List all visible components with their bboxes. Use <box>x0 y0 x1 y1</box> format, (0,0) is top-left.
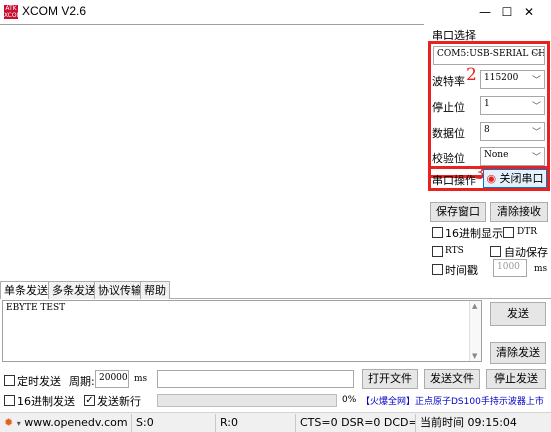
tab-help[interactable]: 帮助 <box>140 281 170 299</box>
databits-select[interactable]: 8 ﹀ <box>480 122 545 141</box>
send-tabs: 单条发送 多条发送 协议传输 帮助 <box>0 281 551 299</box>
scroll-up-icon: ▲ <box>472 302 478 310</box>
clear-receive-button[interactable]: 清除接收 <box>490 202 548 222</box>
newline-checkbox[interactable]: ✓ <box>84 395 95 406</box>
chevron-down-icon: ﹀ <box>531 102 541 112</box>
tab-multi-send[interactable]: 多条发送 <box>48 281 100 299</box>
app-logo-icon: ATK XCOM <box>4 5 22 19</box>
chevron-down-icon: ﹀ <box>531 153 541 163</box>
line-status: CTS=0 DSR=0 DCD=0 <box>296 414 416 432</box>
send-progress-text: 0% <box>342 395 357 405</box>
port-status-icon: ◉ <box>486 172 497 185</box>
scroll-down-icon: ▼ <box>472 352 478 360</box>
send-scrollbar[interactable]: ▲ ▼ <box>469 301 481 361</box>
send-button[interactable]: 发送 <box>490 302 546 326</box>
send-text-area[interactable]: EBYTE TEST ▲ ▼ <box>2 300 482 362</box>
status-bar: ✹ ▾ www.openedv.com S:0 R:0 CTS=0 DSR=0 … <box>0 412 551 432</box>
advertisement-link[interactable]: 【火爆全网】正点原子DS100手持示波器上市 <box>361 394 549 407</box>
serial-settings-panel: 串口选择 COM5:USB-SERIAL CH34C﹀ 波特率 2 115200… <box>424 24 551 281</box>
parity-select[interactable]: None ﹀ <box>480 147 545 166</box>
annotation-number-2: 2 <box>466 65 477 85</box>
title-bar: ATK XCOM XCOM V2.6 — ☐ ✕ <box>0 0 551 24</box>
rts-checkbox[interactable] <box>432 246 443 257</box>
stopbits-select-value: 1 <box>484 99 490 109</box>
timestamp-interval-input[interactable]: 1000 <box>493 259 527 277</box>
timestamp-checkbox[interactable] <box>432 264 443 275</box>
close-button[interactable]: ✕ <box>507 0 551 24</box>
timed-send-label: 定时发送 <box>17 375 61 388</box>
send-progress-bar <box>157 394 337 407</box>
baud-select-value: 115200 <box>484 73 519 83</box>
chevron-down-icon: ﹀ <box>531 52 541 62</box>
sent-count: S:0 <box>132 414 216 432</box>
gear-icon: ✹ <box>4 416 14 429</box>
period-input[interactable]: 20000 <box>95 370 129 388</box>
save-window-button[interactable]: 保存窗口 <box>430 202 486 222</box>
received-count: R:0 <box>216 414 296 432</box>
hex-send-label: 16进制发送 <box>17 395 75 408</box>
timed-send-checkbox[interactable] <box>4 375 15 386</box>
period-unit: ms <box>134 374 148 384</box>
port-select[interactable]: COM5:USB-SERIAL CH34C﹀ <box>433 46 545 65</box>
dtr-label: DTR <box>517 227 537 237</box>
tab-single-send[interactable]: 单条发送 <box>0 281 52 299</box>
port-select-value: COM5:USB-SERIAL CH34C <box>437 49 545 59</box>
close-port-label: 关闭串口 <box>499 172 544 185</box>
website-url: www.openedv.com <box>24 416 128 429</box>
databits-label: 数据位 <box>432 127 465 140</box>
hex-send-checkbox[interactable] <box>4 395 15 406</box>
website-cell[interactable]: ✹ ▾ www.openedv.com <box>0 414 132 432</box>
chevron-down-icon: ▾ <box>16 419 21 428</box>
baud-label: 波特率 <box>432 75 465 88</box>
parity-select-value: None <box>484 150 509 160</box>
stopbits-select[interactable]: 1 ﹀ <box>480 96 545 115</box>
timestamp-unit: ms <box>534 264 548 274</box>
dtr-checkbox[interactable] <box>503 227 514 238</box>
receive-text-area[interactable] <box>0 24 424 281</box>
hex-display-label: 16进制显示 <box>445 227 503 240</box>
hex-display-checkbox[interactable] <box>432 227 443 238</box>
tab-protocol[interactable]: 协议传输 <box>94 281 146 299</box>
newline-label: 发送新行 <box>97 395 141 408</box>
open-file-button[interactable]: 打开文件 <box>362 369 418 389</box>
timestamp-label: 时间戳 <box>445 264 478 277</box>
auto-save-label: 自动保存 <box>504 246 548 259</box>
clear-send-button[interactable]: 清除发送 <box>490 342 546 364</box>
rts-label: RTS <box>445 246 464 256</box>
current-time: 当前时间 09:15:04 <box>420 416 517 429</box>
send-file-button[interactable]: 发送文件 <box>424 369 480 389</box>
stop-send-button[interactable]: 停止发送 <box>486 369 546 389</box>
stopbits-label: 停止位 <box>432 101 465 114</box>
send-text: EBYTE TEST <box>6 303 66 313</box>
port-operation-label: 串口操作 <box>432 174 476 187</box>
parity-label: 校验位 <box>432 152 465 165</box>
file-path-input[interactable] <box>157 370 354 388</box>
auto-save-checkbox[interactable] <box>490 246 501 257</box>
baud-select[interactable]: 115200 ﹀ <box>480 70 545 89</box>
chevron-down-icon: ﹀ <box>531 76 541 86</box>
close-icon: ✕ <box>523 5 535 19</box>
window-title: XCOM V2.6 <box>22 4 87 18</box>
period-label: 周期: <box>69 375 95 388</box>
close-port-button[interactable]: ◉ 关闭串口 <box>483 169 547 188</box>
chevron-down-icon: ﹀ <box>531 128 541 138</box>
databits-select-value: 8 <box>484 125 490 135</box>
